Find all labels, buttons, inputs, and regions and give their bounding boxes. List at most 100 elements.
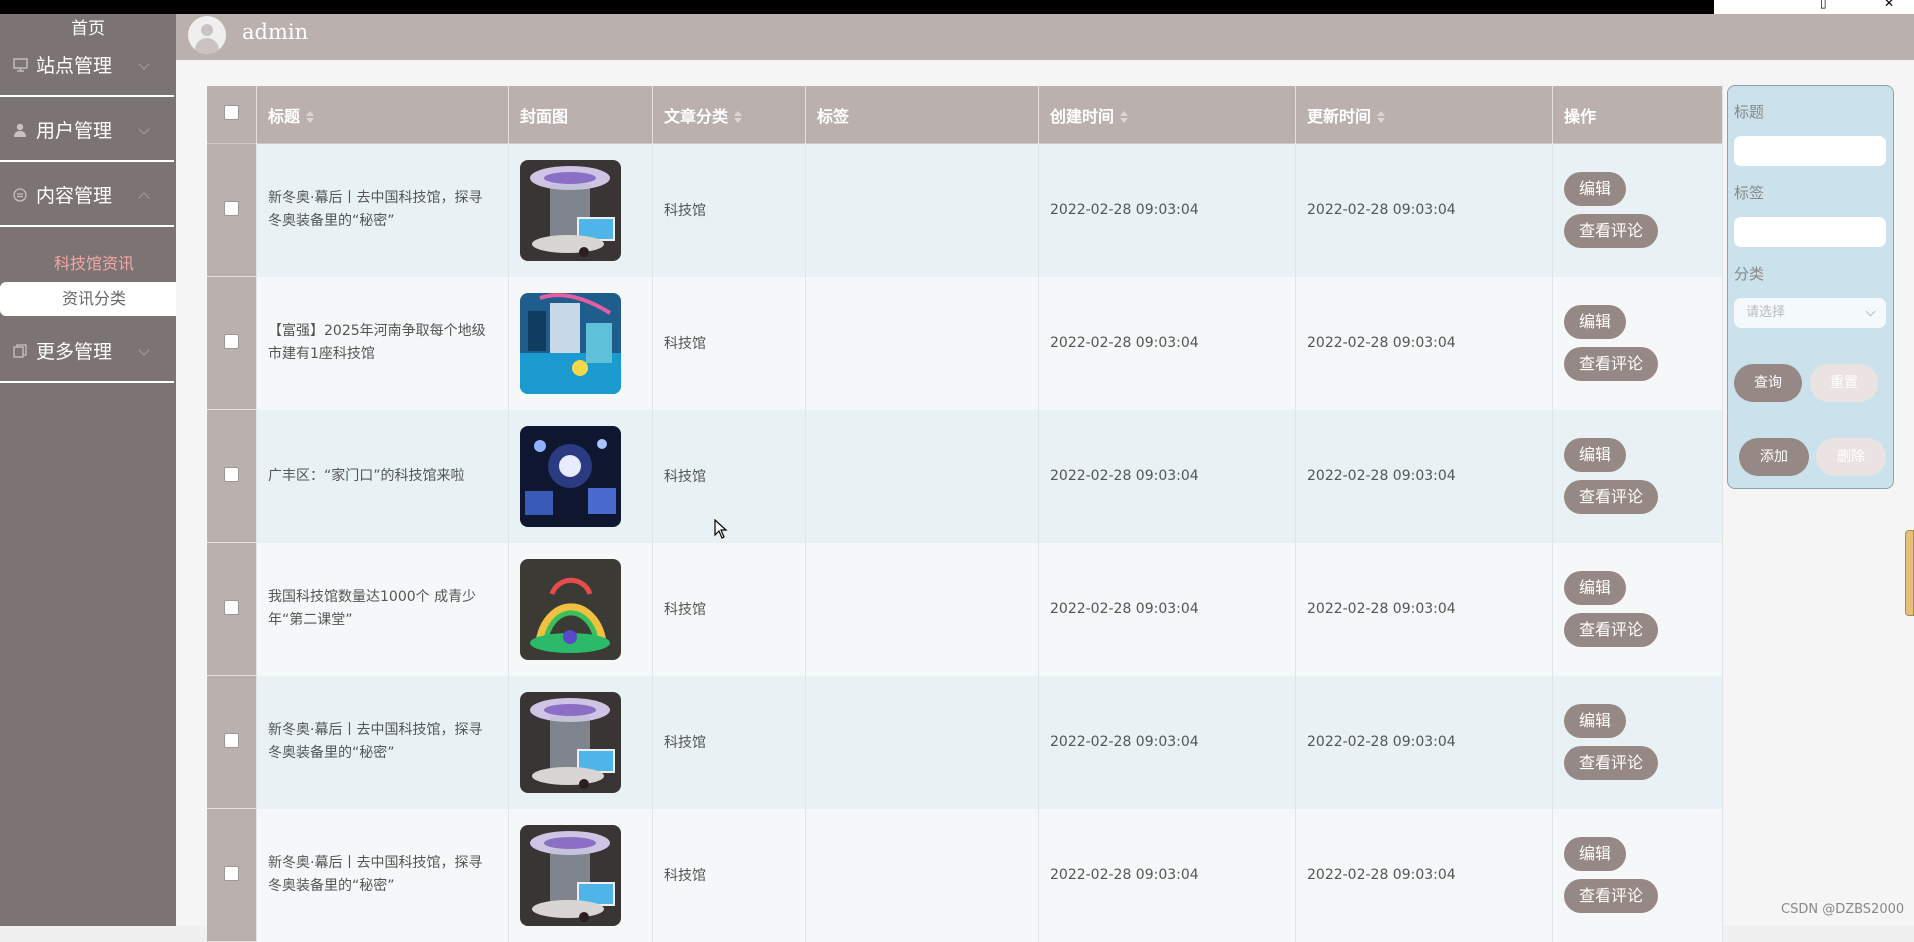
column-header-category[interactable]: 文章分类 (652, 85, 806, 144)
row-checkbox-cell[interactable] (206, 409, 257, 543)
row-updated-time: 2022-02-28 09:03:04 (1295, 143, 1553, 277)
row-updated-time: 2022-02-28 09:03:04 (1295, 808, 1553, 942)
row-category: 科技馆 (652, 409, 806, 543)
row-actions: 编辑 查看评论 (1552, 542, 1723, 676)
row-cover-cell (508, 409, 653, 543)
close-icon[interactable]: ✕ (1884, 0, 1894, 10)
row-tag (805, 675, 1039, 809)
reset-button[interactable]: 重置 (1810, 364, 1878, 402)
row-category: 科技馆 (652, 276, 806, 410)
row-cover-cell (508, 542, 653, 676)
table-row: 新冬奥·幕后丨去中国科技馆，探寻冬奥装备里的“秘密” 科技馆 2022-02-28 … (206, 808, 1723, 942)
row-tag (805, 542, 1039, 676)
row-title: 新冬奥·幕后丨去中国科技馆，探寻冬奥装备里的“秘密” (256, 808, 509, 942)
edit-button[interactable]: 编辑 (1564, 305, 1627, 339)
add-button[interactable]: 添加 (1739, 438, 1809, 476)
sidebar-subitem-news[interactable]: 科技馆资讯 (0, 249, 176, 279)
row-title: 广丰区：“家门口”的科技馆来啦 (256, 409, 509, 543)
row-tag (805, 276, 1039, 410)
sidebar-item-label: 更多管理 (36, 341, 113, 363)
edit-button[interactable]: 编辑 (1564, 837, 1627, 871)
edit-button[interactable]: 编辑 (1564, 172, 1627, 207)
scrollbar-thumb[interactable] (1905, 530, 1914, 616)
column-header-updated[interactable]: 更新时间 (1295, 85, 1553, 144)
row-checkbox-cell[interactable] (206, 276, 257, 410)
view-comments-button[interactable]: 查看评论 (1564, 613, 1659, 647)
sidebar-item-label: 用户管理 (36, 120, 113, 142)
delete-button[interactable]: 删除 (1816, 438, 1886, 476)
row-cover-cell (508, 808, 653, 942)
row-checkbox-cell[interactable] (206, 143, 257, 277)
view-comments-button[interactable]: 查看评论 (1564, 879, 1659, 913)
edit-button[interactable]: 编辑 (1564, 438, 1627, 472)
cover-image (520, 824, 621, 926)
row-checkbox[interactable] (223, 200, 239, 216)
row-cover-cell (508, 675, 653, 809)
row-created-time: 2022-02-28 09:03:04 (1038, 409, 1296, 543)
table-row: 【富强】2025年河南争取每个地级市建有1座科技馆 科技馆 2022-02-28 0… (206, 276, 1723, 410)
select-all-checkbox[interactable] (224, 105, 239, 120)
chevron-down-icon (1865, 306, 1876, 317)
edit-button[interactable]: 编辑 (1564, 571, 1627, 605)
username[interactable]: admin (242, 20, 308, 44)
row-title: 新冬奥·幕后丨去中国科技馆，探寻冬奥装备里的“秘密” (256, 675, 509, 809)
sort-icon[interactable] (734, 111, 743, 123)
sidebar-item-content-management[interactable]: 内容管理 (0, 164, 174, 227)
sidebar-item-user-management[interactable]: 用户管理 (0, 99, 174, 162)
category-filter-label: 分类 (1734, 265, 1765, 283)
row-category: 科技馆 (652, 808, 806, 942)
column-header-title[interactable]: 标题 (256, 85, 509, 144)
sidebar-item-label: 内容管理 (36, 185, 113, 207)
restore-icon[interactable]: ▯ (1820, 0, 1827, 10)
table-row: 新冬奥·幕后丨去中国科技馆，探寻冬奥装备里的“秘密” 科技馆 2022-02-28 … (206, 143, 1723, 277)
row-checkbox[interactable] (223, 732, 239, 748)
cover-image (520, 691, 621, 793)
row-checkbox-cell[interactable] (206, 542, 257, 676)
sidebar-subitem-news-category[interactable]: 资讯分类 (0, 282, 176, 316)
row-created-time: 2022-02-28 09:03:04 (1038, 276, 1296, 410)
select-all-checkbox-cell[interactable] (206, 85, 257, 144)
row-updated-time: 2022-02-28 09:03:04 (1295, 542, 1553, 676)
mouse-cursor-icon (714, 519, 728, 539)
row-checkbox[interactable] (223, 333, 239, 349)
category-select-placeholder: 请选择 (1746, 305, 1786, 320)
sidebar-item-more-management[interactable]: 更多管理 (0, 320, 174, 383)
column-header-created[interactable]: 创建时间 (1038, 85, 1296, 144)
row-updated-time: 2022-02-28 09:03:04 (1295, 409, 1553, 543)
row-checkbox[interactable] (223, 599, 239, 615)
row-updated-time: 2022-02-28 09:03:04 (1295, 276, 1553, 410)
avatar[interactable] (188, 16, 226, 54)
tag-filter-input[interactable] (1734, 217, 1886, 247)
sort-icon[interactable] (1120, 111, 1129, 123)
row-tag (805, 409, 1039, 543)
row-category: 科技馆 (652, 675, 806, 809)
view-comments-button[interactable]: 查看评论 (1564, 746, 1659, 780)
table-row: 新冬奥·幕后丨去中国科技馆，探寻冬奥装备里的“秘密” 科技馆 2022-02-28 … (206, 675, 1723, 809)
row-checkbox[interactable] (223, 865, 239, 881)
document-icon (12, 187, 28, 203)
row-tag (805, 143, 1039, 277)
row-title: 新冬奥·幕后丨去中国科技馆，探寻冬奥装备里的“秘密” (256, 143, 509, 277)
sidebar-item-label: 站点管理 (36, 55, 113, 77)
view-comments-button[interactable]: 查看评论 (1564, 347, 1659, 381)
sort-icon[interactable] (306, 111, 315, 123)
row-checkbox-cell[interactable] (206, 808, 257, 942)
query-button[interactable]: 查询 (1734, 364, 1802, 402)
row-updated-time: 2022-02-28 09:03:04 (1295, 675, 1553, 809)
title-filter-input[interactable] (1734, 136, 1886, 166)
row-cover-cell (508, 276, 653, 410)
column-header-tag: 标签 (805, 85, 1039, 144)
row-checkbox-cell[interactable] (206, 675, 257, 809)
chevron-up-icon (138, 192, 150, 204)
row-category: 科技馆 (652, 542, 806, 676)
category-filter-select[interactable]: 请选择 (1734, 298, 1886, 328)
row-cover-cell (508, 143, 653, 277)
view-comments-button[interactable]: 查看评论 (1564, 480, 1659, 514)
row-checkbox[interactable] (223, 466, 239, 482)
chevron-down-icon (138, 58, 150, 70)
search-panel: 标题 标签 分类 请选择 查询 重置 添加 删除 (1727, 85, 1894, 489)
sidebar-item-site-management[interactable]: 站点管理 (0, 34, 174, 97)
view-comments-button[interactable]: 查看评论 (1564, 214, 1659, 249)
edit-button[interactable]: 编辑 (1564, 704, 1627, 738)
sort-icon[interactable] (1377, 111, 1386, 123)
